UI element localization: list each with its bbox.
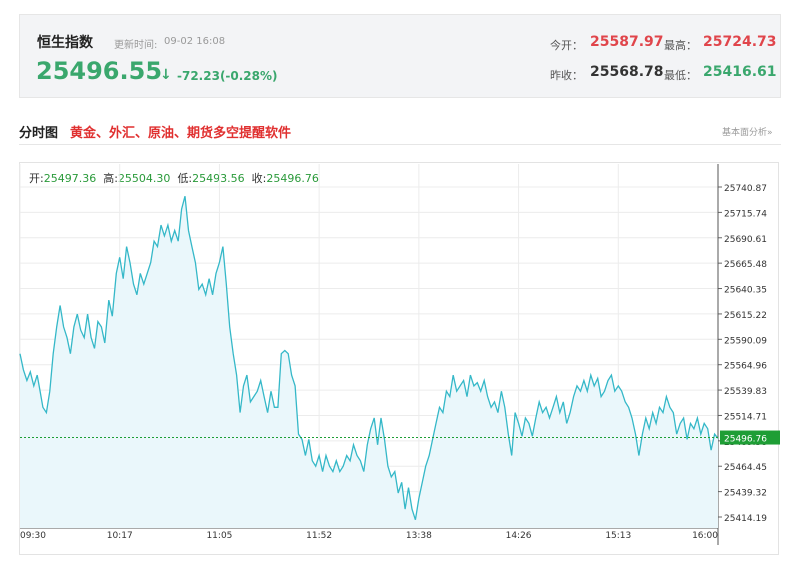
y-tick-label: 25665.48 [724,260,767,270]
y-tick-label: 25740.87 [724,184,767,194]
x-tick-label: 11:52 [306,531,332,541]
price-area [20,196,718,528]
x-tick-label: 10:17 [107,531,133,541]
x-tick-label: 13:38 [406,531,432,541]
y-tick-label: 25615.22 [724,311,767,321]
x-tick-label: 09:30 [20,531,46,541]
x-tick-label: 11:05 [206,531,232,541]
current-price-label: 25496.76 [724,435,767,445]
y-tick-label: 25414.19 [724,514,767,524]
y-tick-label: 25539.83 [724,387,767,397]
x-tick-label: 14:26 [506,531,532,541]
x-tick-label: 16:00 [692,531,718,541]
y-tick-label: 25564.96 [724,362,767,372]
y-tick-label: 25439.32 [724,489,767,499]
y-tick-label: 25590.09 [724,336,767,346]
y-tick-label: 25640.35 [724,286,767,296]
intraday-chart[interactable]: 25740.87 25715.74 25690.61 25665.48 25640.35… [0,0,800,570]
y-tick-label: 25690.61 [724,235,767,245]
y-tick-label: 25464.45 [724,463,767,473]
y-tick-label: 25715.74 [724,209,767,219]
x-tick-label: 15:13 [605,531,631,541]
y-tick-label: 25514.71 [724,412,767,422]
